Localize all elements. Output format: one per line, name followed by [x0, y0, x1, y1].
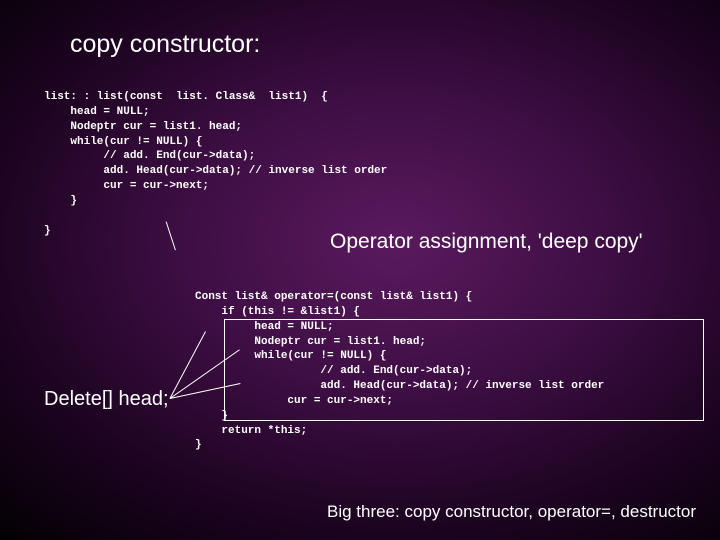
copy-constructor-code: list: : list(const list. Class& list1) {…	[44, 90, 387, 238]
operator-assignment-heading: Operator assignment, 'deep copy'	[330, 230, 643, 254]
slide-title: copy constructor:	[70, 30, 260, 59]
slide: { "title": "copy constructor:", "code1":…	[0, 0, 720, 540]
operator-assignment-code: Const list& operator=(const list& list1)…	[195, 290, 604, 453]
delete-head-label: Delete[] head;	[44, 388, 169, 411]
big-three-footer: Big three: copy constructor, operator=, …	[327, 502, 696, 522]
